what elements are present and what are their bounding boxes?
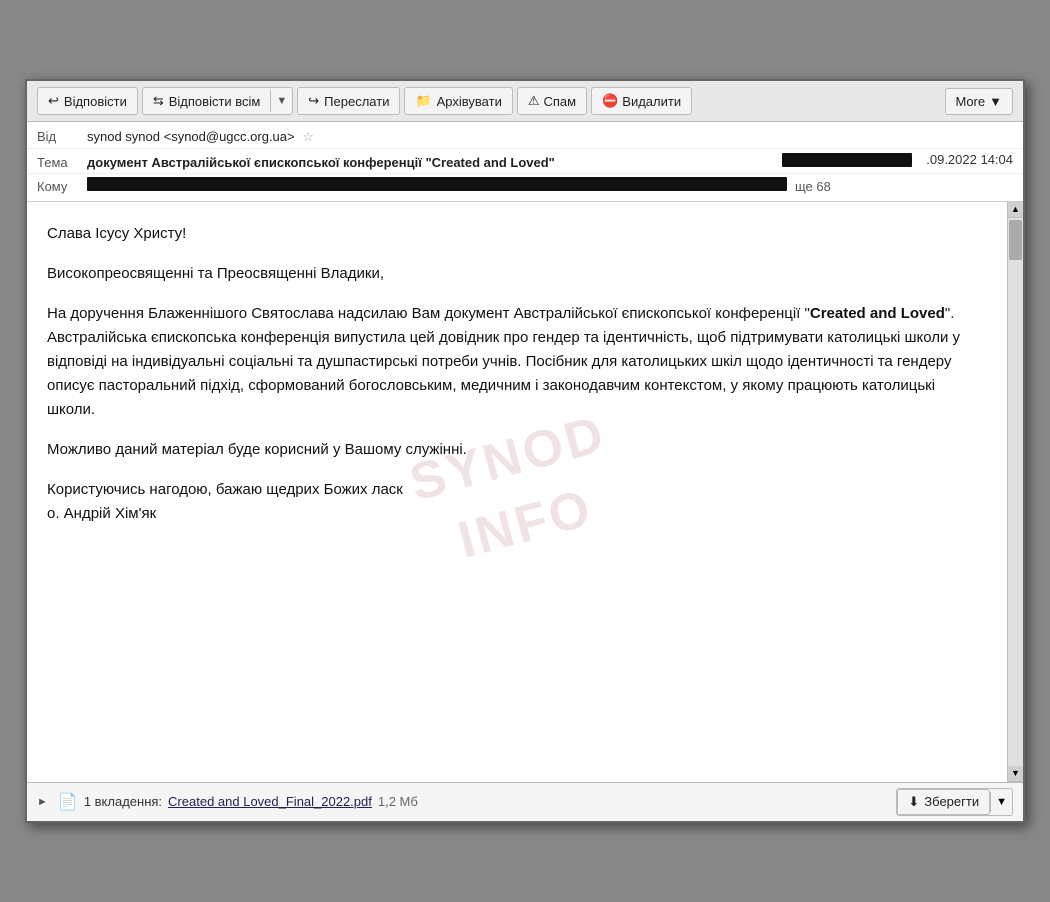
save-button-group[interactable]: ⬇ Зберегти ▼: [896, 788, 1013, 816]
useful-text: Можливо даний матеріал буде корисний у В…: [47, 441, 467, 458]
date-value: .09.2022 14:04: [926, 152, 1013, 167]
main-text-start: На доручення Блаженнішого Святослава над…: [47, 305, 810, 322]
scroll-track: [1008, 218, 1023, 766]
from-label: Від: [37, 129, 87, 144]
closing-paragraph: Користуючись нагодою, бажаю щедрих Божих…: [47, 478, 987, 526]
closing-line2: о. Андрій Хім'як: [47, 505, 156, 522]
archive-button[interactable]: 📁 Архівувати: [405, 88, 511, 114]
scroll-down-arrow[interactable]: ▼: [1008, 766, 1024, 782]
reply-label: Відповісти: [64, 94, 127, 109]
reply-all-icon: ⇆: [153, 93, 164, 109]
forward-icon: ↪: [308, 93, 319, 109]
attachment-count: 1 вкладення:: [84, 794, 162, 809]
archive-icon: 📁: [415, 93, 431, 109]
save-label: Зберегти: [924, 794, 979, 809]
main-paragraph: На доручення Блаженнішого Святослава над…: [47, 302, 987, 422]
reply-all-dropdown-arrow[interactable]: ▼: [270, 90, 292, 112]
recipient-extra: ще 68: [795, 179, 831, 194]
archive-label: Архівувати: [437, 94, 502, 109]
email-body: SYNOD INFO Слава Ісусу Христу! Високопре…: [27, 202, 1007, 782]
subject-label: Тема: [37, 155, 87, 170]
to-row: Кому ще 68: [27, 174, 1023, 197]
email-body-wrap: SYNOD INFO Слава Ісусу Христу! Високопре…: [27, 202, 1023, 782]
main-text-bold: Created and Loved: [810, 305, 945, 322]
forward-button[interactable]: ↪ Переслати: [298, 88, 399, 114]
delete-icon: ⛔: [602, 93, 618, 109]
scrollbar[interactable]: ▲ ▼: [1007, 202, 1023, 782]
closing-line1: Користуючись нагодою, бажаю щедрих Божих…: [47, 481, 403, 498]
save-button[interactable]: ⬇ Зберегти: [897, 789, 990, 815]
pdf-icon: 📄: [58, 792, 78, 812]
reply-all-label: Відповісти всім: [169, 94, 261, 109]
greeting-text: Слава Ісусу Христу!: [47, 225, 186, 242]
reply-all-button[interactable]: ⇆ Відповісти всім: [143, 88, 271, 114]
attachment-left: ► 📄 1 вкладення: Created and Loved_Final…: [37, 792, 418, 812]
salutation-paragraph: Високопреосвященні та Преосвященні Влади…: [47, 262, 987, 286]
from-email: synod synod <synod@ugcc.org.ua>: [87, 129, 295, 144]
reply-button-group[interactable]: ↩ Відповісти: [37, 87, 138, 115]
more-button[interactable]: More ▼: [945, 88, 1014, 115]
attachment-size: 1,2 Мб: [378, 794, 418, 809]
email-headers: Від synod synod <synod@ugcc.org.ua> ☆ Те…: [27, 122, 1023, 202]
delete-button[interactable]: ⛔ Видалити: [591, 87, 692, 115]
subject-row: Тема документ Австралійської єпископсько…: [27, 149, 1023, 174]
from-value: synod synod <synod@ugcc.org.ua> ☆: [87, 129, 1013, 145]
date-redacted: [782, 153, 912, 167]
greeting-paragraph: Слава Ісусу Христу!: [47, 222, 987, 246]
from-row: Від synod synod <synod@ugcc.org.ua> ☆: [27, 126, 1023, 149]
subject-value: документ Австралійської єпископської кон…: [87, 155, 782, 170]
delete-label: Видалити: [622, 94, 681, 109]
reply-all-button-group[interactable]: ⇆ Відповісти всім ▼: [142, 87, 293, 115]
toolbar: ↩ Відповісти ⇆ Відповісти всім ▼ ↪ Перес…: [27, 81, 1023, 122]
attachment-bar: ► 📄 1 вкладення: Created and Loved_Final…: [27, 782, 1023, 821]
useful-paragraph: Можливо даний матеріал буде корисний у В…: [47, 438, 987, 462]
spam-label: Спам: [543, 94, 576, 109]
download-icon: ⬇: [908, 794, 919, 810]
forward-button-group[interactable]: ↪ Переслати: [297, 87, 400, 115]
email-window: ↩ Відповісти ⇆ Відповісти всім ▼ ↪ Перес…: [25, 79, 1025, 823]
attachment-filename[interactable]: Created and Loved_Final_2022.pdf: [168, 794, 372, 809]
archive-button-group[interactable]: 📁 Архівувати: [404, 87, 512, 115]
to-label: Кому: [37, 179, 87, 194]
star-icon[interactable]: ☆: [302, 129, 314, 144]
recipient-redacted: [87, 177, 787, 191]
salutation-text: Високопреосвященні та Преосвященні Влади…: [47, 265, 384, 282]
forward-label: Переслати: [324, 94, 389, 109]
more-label: More: [956, 94, 986, 109]
scroll-up-arrow[interactable]: ▲: [1008, 202, 1024, 218]
scroll-thumb[interactable]: [1009, 220, 1022, 260]
attachment-expand-icon[interactable]: ►: [37, 796, 48, 808]
more-dropdown-arrow: ▼: [989, 94, 1002, 109]
spam-button[interactable]: ⚠ Спам: [517, 87, 587, 115]
reply-icon: ↩: [48, 93, 59, 109]
spam-icon: ⚠: [528, 93, 540, 109]
save-dropdown-arrow[interactable]: ▼: [990, 792, 1012, 812]
reply-button[interactable]: ↩ Відповісти: [38, 88, 137, 114]
